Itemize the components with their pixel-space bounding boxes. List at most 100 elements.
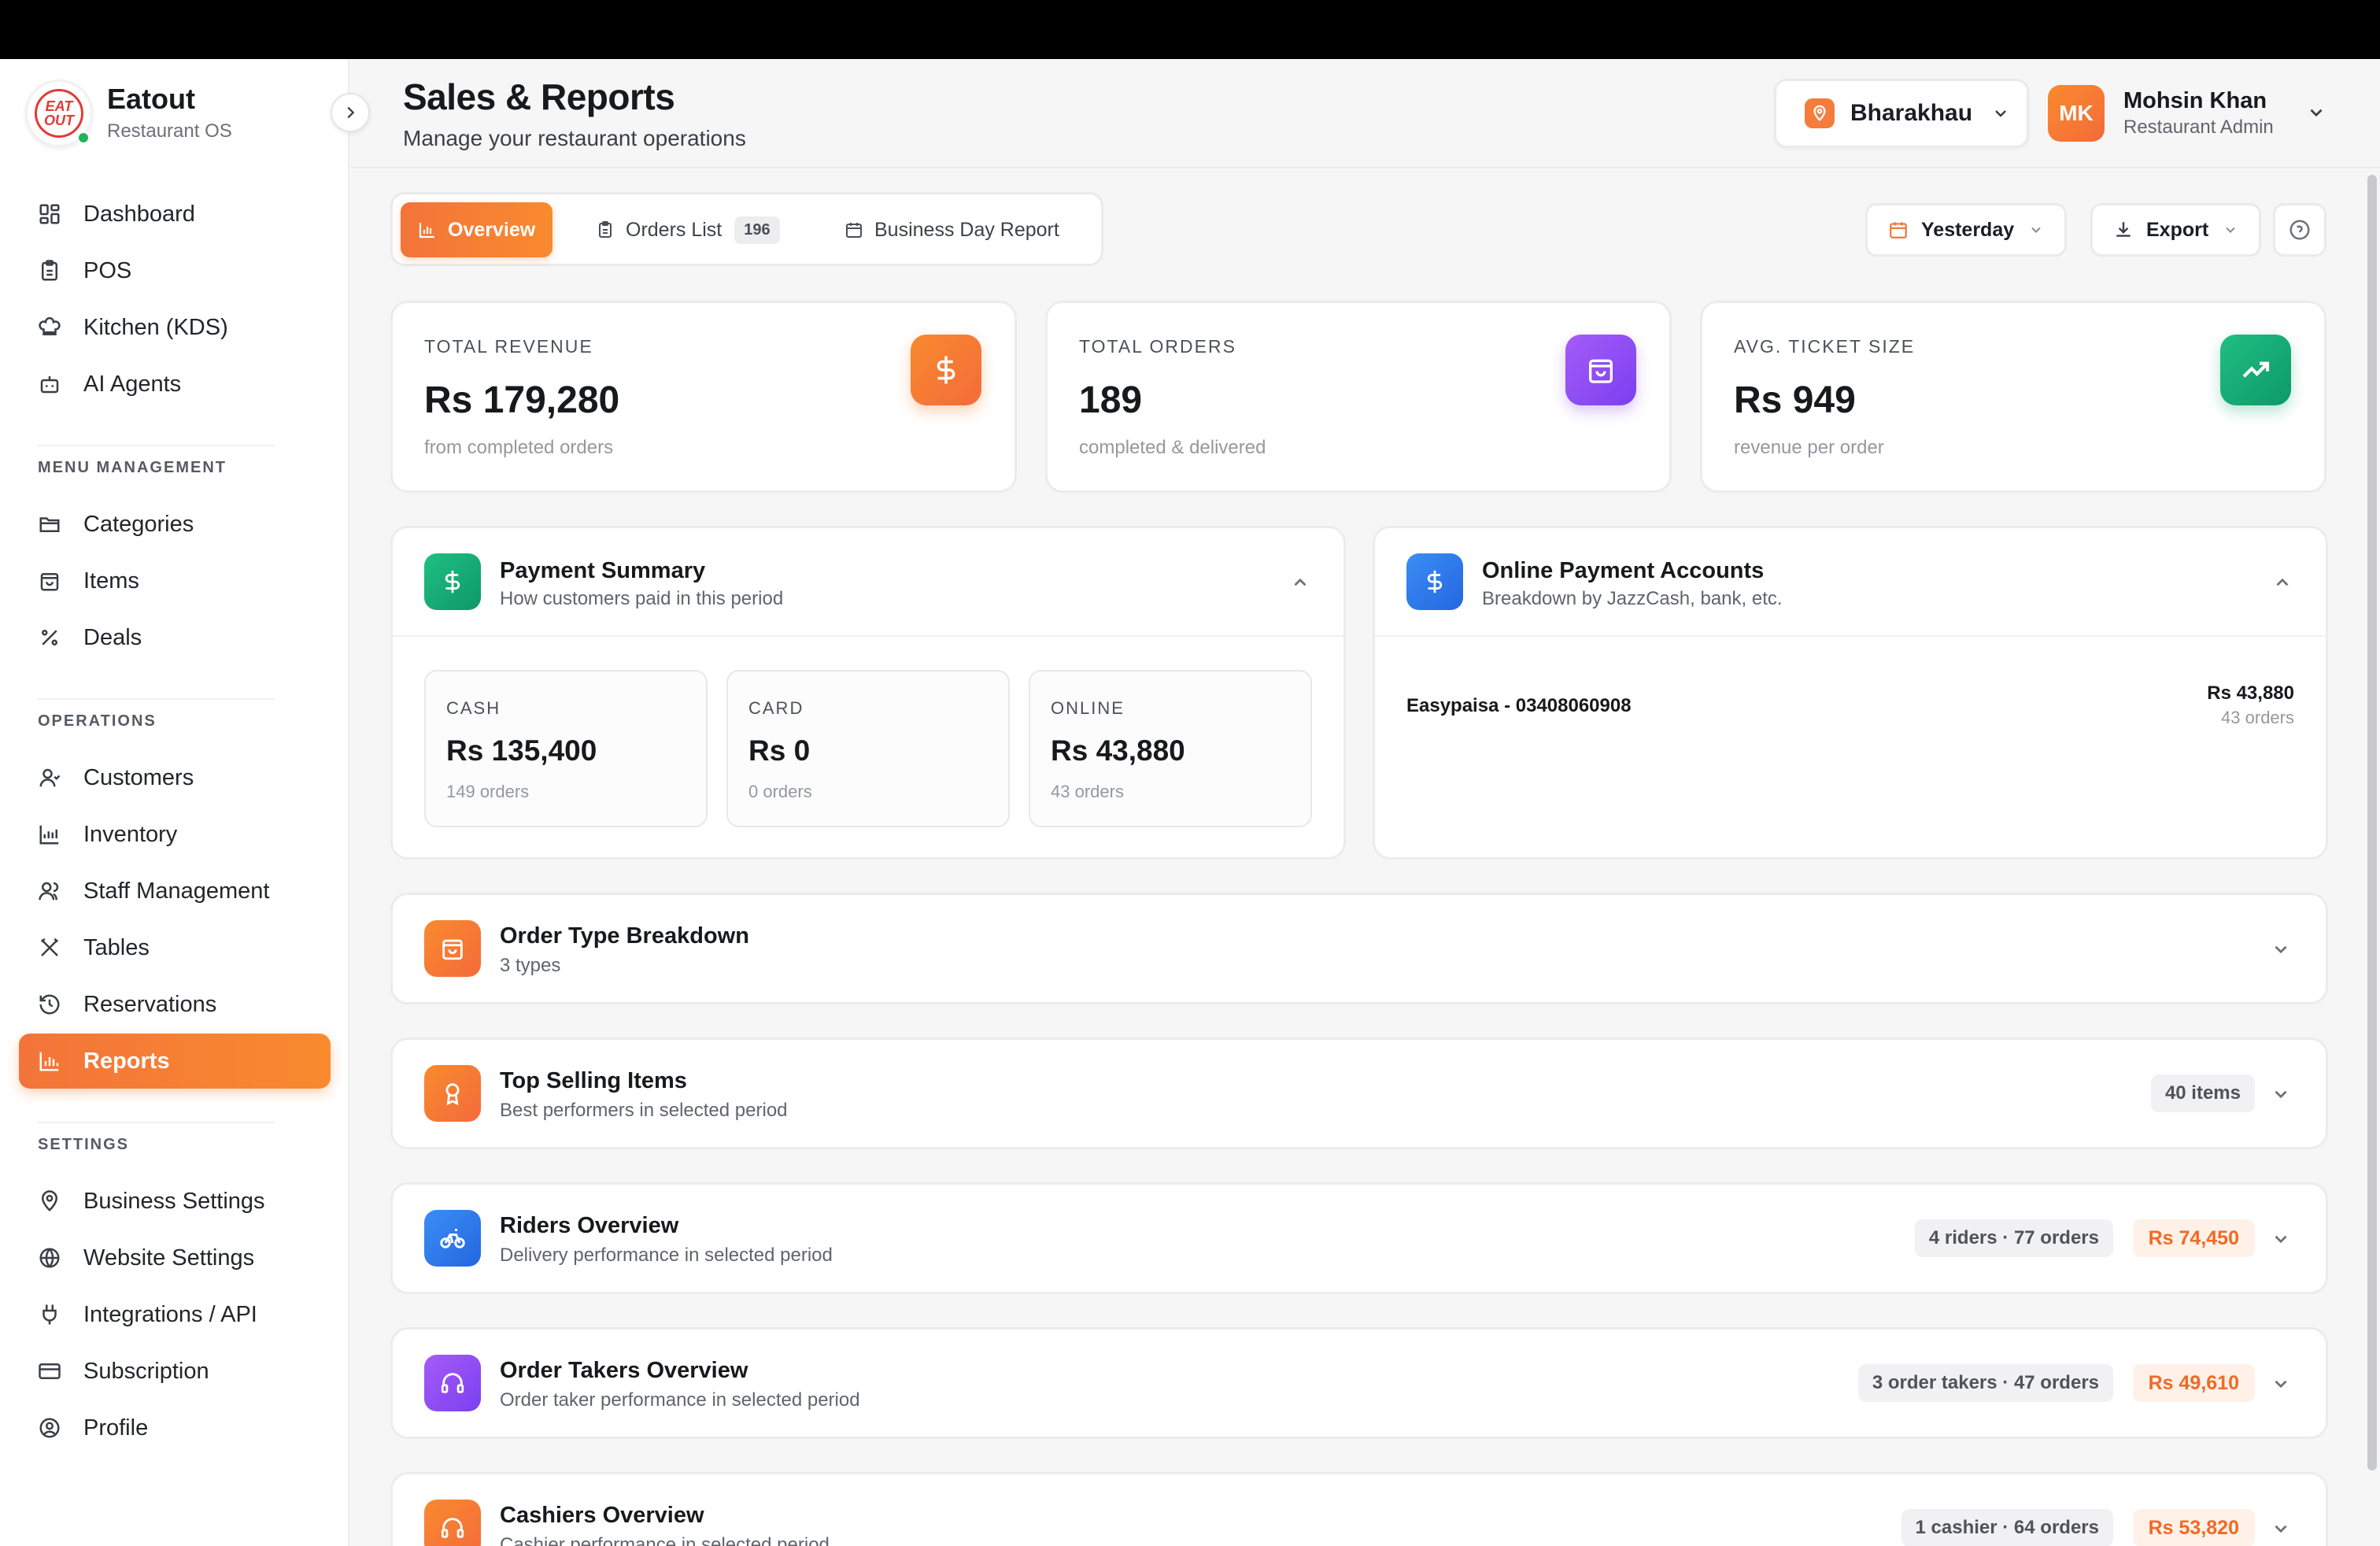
sidebar-item-dashboard[interactable]: Dashboard xyxy=(19,187,331,242)
sidebar-item-label: Deals xyxy=(83,624,142,650)
payment-box-cash: CASH Rs 135,400 149 orders xyxy=(424,670,708,827)
bot-icon xyxy=(36,371,63,398)
online-accounts-panel: Online Payment Accounts Breakdown by Jaz… xyxy=(1373,526,2328,860)
sidebar-item-label: Inventory xyxy=(83,821,178,847)
tab-overview[interactable]: Overview xyxy=(401,202,553,257)
panel-title: Online Payment Accounts xyxy=(1482,558,1765,583)
cashiers-amount-pill: Rs 53,820 xyxy=(2132,1509,2255,1546)
sidebar-item-inventory[interactable]: Inventory xyxy=(19,807,331,862)
sidebar-item-reservations[interactable]: Reservations xyxy=(19,977,331,1032)
order-takers-amount-pill: Rs 49,610 xyxy=(2132,1364,2255,1402)
sidebar-item-website-settings[interactable]: Website Settings xyxy=(19,1230,331,1285)
eatout-logo: EAT OUT xyxy=(25,80,93,147)
sidebar-item-tables[interactable]: Tables xyxy=(19,920,331,975)
order-takers-overview-panel[interactable]: Order Takers Overview Order taker perfor… xyxy=(390,1327,2328,1439)
percent-icon xyxy=(36,624,63,651)
bike-icon xyxy=(424,1210,481,1267)
payment-orders: 43 orders xyxy=(1051,782,1124,801)
sidebar-item-business-settings[interactable]: Business Settings xyxy=(19,1174,331,1229)
chevron-down-icon[interactable] xyxy=(2271,1518,2291,1539)
help-circle-icon xyxy=(2288,218,2312,242)
sidebar-item-label: Website Settings xyxy=(83,1245,255,1270)
download-icon xyxy=(2113,220,2134,240)
chevron-down-icon[interactable] xyxy=(2306,102,2326,123)
page-subtitle: Manage your restaurant operations xyxy=(403,126,746,150)
sidebar-item-subscription[interactable]: Subscription xyxy=(19,1344,331,1399)
cashiers-overview-panel[interactable]: Cashiers Overview Cashier performance in… xyxy=(390,1472,2328,1546)
chart-icon xyxy=(36,821,63,848)
headset-icon xyxy=(424,1355,481,1411)
chef-hat-icon xyxy=(36,314,63,341)
sidebar-item-integrations[interactable]: Integrations / API xyxy=(19,1287,331,1342)
sidebar-item-label: Reservations xyxy=(83,991,217,1017)
sidebar-item-label: Customers xyxy=(83,764,194,790)
help-button[interactable] xyxy=(2273,203,2326,257)
sidebar-item-deals[interactable]: Deals xyxy=(19,610,331,665)
chevron-down-icon[interactable] xyxy=(2271,939,2291,960)
riders-overview-panel[interactable]: Riders Overview Delivery performance in … xyxy=(390,1182,2328,1294)
brand-subtitle: Restaurant OS xyxy=(107,120,232,142)
panel-title: Top Selling Items xyxy=(500,1068,687,1093)
user-name[interactable]: Mohsin Khan xyxy=(2123,88,2267,114)
chevron-down-icon[interactable] xyxy=(2271,1229,2291,1249)
panel-title: Order Takers Overview xyxy=(500,1358,748,1383)
clipboard-icon xyxy=(596,220,615,239)
main-scrollbar[interactable] xyxy=(2367,175,2377,1470)
history-icon xyxy=(36,991,63,1018)
sidebar-item-ai-agents[interactable]: AI Agents xyxy=(19,357,331,412)
brand[interactable]: EAT OUT Eatout Restaurant OS xyxy=(25,80,324,158)
panel-subtitle: Best performers in selected period xyxy=(500,1100,788,1121)
clipboard-icon xyxy=(36,257,63,284)
cashiers-count-pill: 1 cashier · 64 orders xyxy=(1901,1509,2113,1546)
sidebar: EAT OUT Eatout Restaurant OS Dashboard PO… xyxy=(0,59,349,1546)
branch-selector[interactable]: Bharakhau xyxy=(1774,79,2029,148)
bar-chart-icon xyxy=(418,220,437,239)
sidebar-item-customers[interactable]: Customers xyxy=(19,750,331,805)
payment-label: CARD xyxy=(748,698,804,718)
credit-card-icon xyxy=(36,1358,63,1385)
sidebar-item-profile[interactable]: Profile xyxy=(19,1400,331,1455)
bag-icon xyxy=(424,920,481,977)
brand-name: Eatout xyxy=(107,83,195,115)
top-selling-items-panel[interactable]: Top Selling Items Best performers in sel… xyxy=(390,1037,2328,1149)
avatar[interactable]: MK xyxy=(2048,85,2105,142)
sidebar-item-reports[interactable]: Reports xyxy=(19,1034,331,1089)
stat-subtitle: revenue per order xyxy=(1734,437,1884,458)
stat-subtitle: from completed orders xyxy=(424,437,614,458)
account-amount: Rs 43,880 xyxy=(2207,682,2294,704)
user-circle-icon xyxy=(36,1415,63,1441)
sidebar-item-categories[interactable]: Categories xyxy=(19,497,331,552)
online-accounts-header[interactable]: Online Payment Accounts Breakdown by Jaz… xyxy=(1375,528,2326,637)
calendar-icon xyxy=(1888,220,1909,240)
sidebar-divider xyxy=(38,1122,274,1123)
order-takers-count-pill: 3 order takers · 47 orders xyxy=(1857,1364,2113,1402)
sidebar-item-items[interactable]: Items xyxy=(19,553,331,608)
chevron-up-icon[interactable] xyxy=(1290,572,1310,593)
folder-icon xyxy=(36,511,63,538)
payment-label: ONLINE xyxy=(1051,698,1125,718)
tab-orders-list[interactable]: Orders List 196 xyxy=(578,202,797,257)
tab-label: Orders List xyxy=(626,218,722,241)
riders-amount-pill: Rs 74,450 xyxy=(2132,1219,2255,1257)
sidebar-item-kitchen[interactable]: Kitchen (KDS) xyxy=(19,300,331,355)
tab-label: Business Day Report xyxy=(874,218,1059,241)
date-range-dropdown[interactable]: Yesterday xyxy=(1865,203,2068,257)
sidebar-item-label: Profile xyxy=(83,1415,149,1441)
payment-orders: 149 orders xyxy=(446,782,530,801)
sidebar-item-label: Business Settings xyxy=(83,1188,265,1214)
panel-title: Order Type Breakdown xyxy=(500,923,749,949)
sidebar-item-pos[interactable]: POS xyxy=(19,243,331,298)
chevron-down-icon[interactable] xyxy=(2271,1374,2291,1394)
sidebar-collapse-button[interactable] xyxy=(331,93,370,132)
chevron-up-icon[interactable] xyxy=(2272,572,2293,593)
export-button[interactable]: Export xyxy=(2090,203,2262,257)
sidebar-item-staff[interactable]: Staff Management xyxy=(19,864,331,919)
payment-summary-header[interactable]: Payment Summary How customers paid in th… xyxy=(393,528,1343,637)
tab-business-day-report[interactable]: Business Day Report xyxy=(827,202,1077,257)
order-type-breakdown-panel[interactable]: Order Type Breakdown 3 types xyxy=(390,893,2328,1004)
sidebar-item-label: Staff Management xyxy=(83,878,270,904)
chevron-down-icon[interactable] xyxy=(2271,1084,2291,1104)
items-count-pill: 40 items xyxy=(2150,1074,2255,1112)
payment-box-online: ONLINE Rs 43,880 43 orders xyxy=(1029,670,1312,827)
report-tabs: Overview Orders List 196 Business Day Re… xyxy=(390,192,1103,266)
